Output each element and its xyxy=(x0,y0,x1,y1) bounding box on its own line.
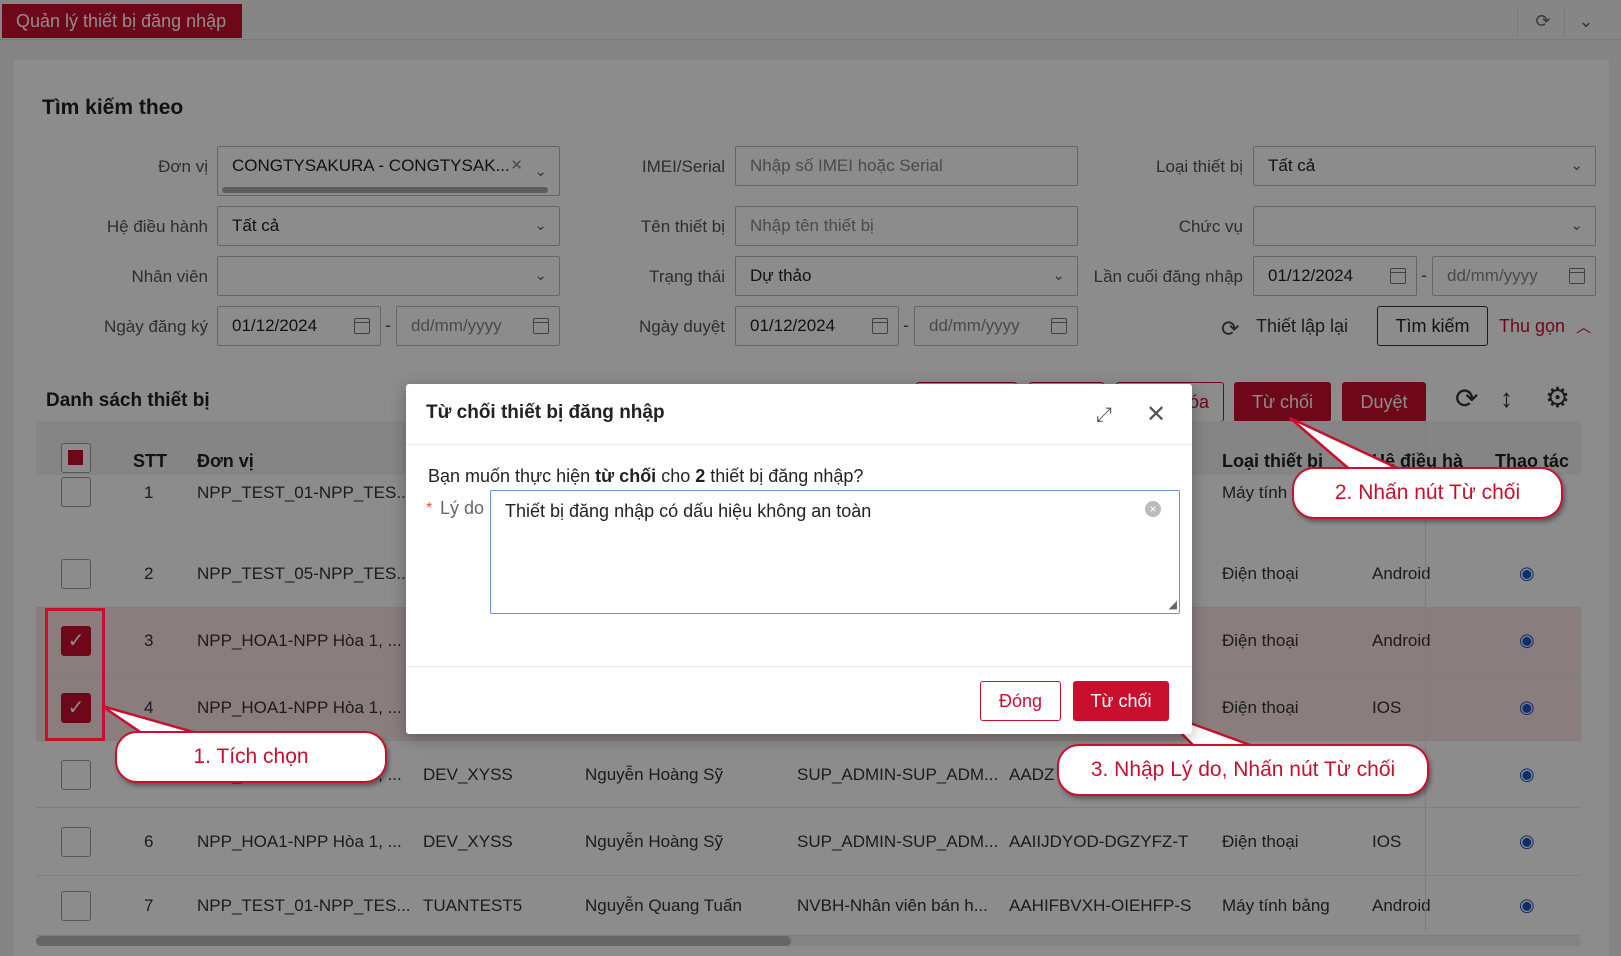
callout-3: 3. Nhập Lý do, Nhấn nút Từ chối xyxy=(1057,744,1429,796)
reason-value: Thiết bị đăng nhập có dấu hiệu không an … xyxy=(505,501,872,521)
close-icon[interactable]: ✕ xyxy=(1146,400,1166,429)
divider xyxy=(406,666,1192,667)
modal-close-button[interactable]: Đóng xyxy=(980,681,1061,721)
message-part: thiết bị đăng nhập? xyxy=(705,466,864,486)
message-bold: từ chối xyxy=(595,466,657,486)
modal-message: Bạn muốn thực hiện từ chối cho 2 thiết b… xyxy=(428,466,863,487)
message-part: Bạn muốn thực hiện xyxy=(428,466,596,486)
expand-icon[interactable]: ⤢ xyxy=(1096,404,1112,427)
divider xyxy=(406,444,1192,445)
callout-2: 2. Nhấn nút Từ chối xyxy=(1292,467,1563,519)
clear-icon[interactable]: × xyxy=(1145,501,1161,517)
required-marker: * xyxy=(426,500,433,517)
resize-handle[interactable]: ◢ xyxy=(1169,598,1177,611)
reject-modal: Từ chối thiết bị đăng nhập ⤢ ✕ Bạn muốn … xyxy=(406,384,1192,734)
modal-reject-button[interactable]: Từ chối xyxy=(1073,681,1169,721)
modal-title: Từ chối thiết bị đăng nhập xyxy=(426,402,665,423)
reason-textarea[interactable]: Thiết bị đăng nhập có dấu hiệu không an … xyxy=(490,490,1180,614)
callout-1: 1. Tích chọn xyxy=(115,731,387,783)
reason-label: Lý do xyxy=(440,498,485,518)
message-count: 2 xyxy=(695,466,706,486)
message-part: cho xyxy=(656,466,696,486)
